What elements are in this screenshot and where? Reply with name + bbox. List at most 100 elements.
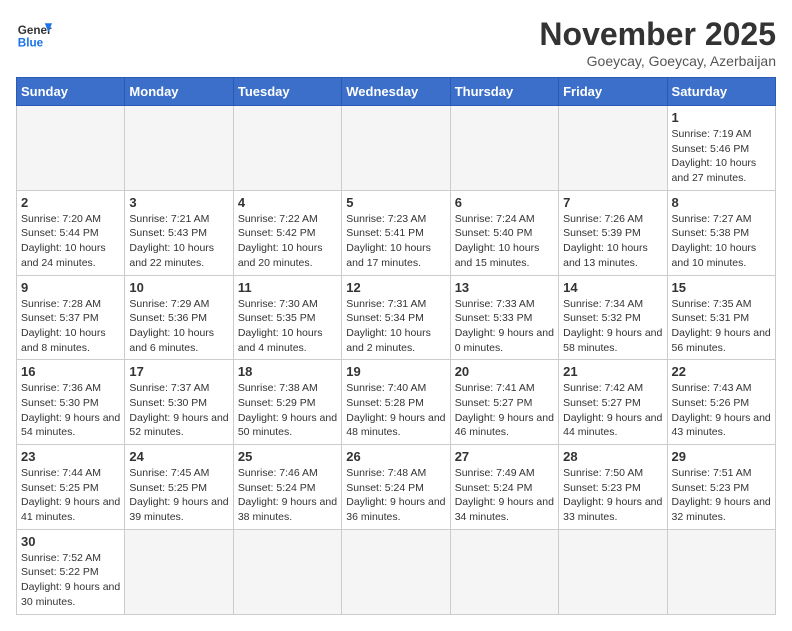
calendar-day	[559, 529, 667, 614]
calendar-week-row: 30 Sunrise: 7:52 AM Sunset: 5:22 PM Dayli…	[17, 529, 776, 614]
calendar-week-row: 2 Sunrise: 7:20 AM Sunset: 5:44 PM Daylig…	[17, 190, 776, 275]
calendar-day	[233, 106, 341, 191]
day-number: 4	[238, 195, 337, 210]
day-number: 9	[21, 280, 120, 295]
calendar-day: 12Sunrise: 7:31 AM Sunset: 5:34 PM Dayli…	[342, 275, 450, 360]
day-info: Sunrise: 7:24 AM Sunset: 5:40 PM Dayligh…	[455, 212, 554, 271]
day-info: Sunrise: 7:45 AM Sunset: 5:25 PM Dayligh…	[129, 466, 228, 525]
day-info: Sunrise: 7:40 AM Sunset: 5:28 PM Dayligh…	[346, 381, 445, 440]
day-info: Sunrise: 7:35 AM Sunset: 5:31 PM Dayligh…	[672, 297, 771, 356]
day-number: 3	[129, 195, 228, 210]
day-info: Sunrise: 7:38 AM Sunset: 5:29 PM Dayligh…	[238, 381, 337, 440]
calendar-day: 26 Sunrise: 7:48 AM Sunset: 5:24 PM Dayli…	[342, 445, 450, 530]
calendar-day: 11 Sunrise: 7:30 AM Sunset: 5:35 PM Dayli…	[233, 275, 341, 360]
calendar-day	[125, 529, 233, 614]
calendar-day	[450, 106, 558, 191]
col-header-wednesday: Wednesday	[342, 78, 450, 106]
day-info: Sunrise: 7:51 AM Sunset: 5:23 PM Dayligh…	[672, 466, 771, 525]
day-number: 18	[238, 364, 337, 379]
logo: General Blue	[16, 16, 52, 52]
day-info: Sunrise: 7:37 AM Sunset: 5:30 PM Dayligh…	[129, 381, 228, 440]
calendar-day: 18 Sunrise: 7:38 AM Sunset: 5:29 PM Dayli…	[233, 360, 341, 445]
page-header: General Blue November 2025 Goeycay, Goey…	[16, 16, 776, 69]
calendar-day	[125, 106, 233, 191]
day-number: 11	[238, 280, 337, 295]
day-number: 17	[129, 364, 228, 379]
day-number: 6	[455, 195, 554, 210]
day-info: Sunrise: 7:21 AM Sunset: 5:43 PM Dayligh…	[129, 212, 228, 271]
day-number: 29	[672, 449, 771, 464]
day-number: 14	[563, 280, 662, 295]
calendar-day: 17 Sunrise: 7:37 AM Sunset: 5:30 PM Dayli…	[125, 360, 233, 445]
day-info: Sunrise: 7:22 AM Sunset: 5:42 PM Dayligh…	[238, 212, 337, 271]
calendar-day	[667, 529, 775, 614]
day-number: 30	[21, 534, 120, 549]
calendar-day: 16 Sunrise: 7:36 AM Sunset: 5:30 PM Dayli…	[17, 360, 125, 445]
calendar-week-row: 16 Sunrise: 7:36 AM Sunset: 5:30 PM Dayli…	[17, 360, 776, 445]
day-number: 23	[21, 449, 120, 464]
calendar-day: 3 Sunrise: 7:21 AM Sunset: 5:43 PM Daylig…	[125, 190, 233, 275]
day-number: 2	[21, 195, 120, 210]
calendar-day: 24Sunrise: 7:45 AM Sunset: 5:25 PM Dayli…	[125, 445, 233, 530]
calendar-day: 30 Sunrise: 7:52 AM Sunset: 5:22 PM Dayli…	[17, 529, 125, 614]
col-header-saturday: Saturday	[667, 78, 775, 106]
calendar-day: 2 Sunrise: 7:20 AM Sunset: 5:44 PM Daylig…	[17, 190, 125, 275]
col-header-friday: Friday	[559, 78, 667, 106]
title-block: November 2025 Goeycay, Goeycay, Azerbaij…	[539, 16, 776, 69]
day-number: 25	[238, 449, 337, 464]
day-number: 16	[21, 364, 120, 379]
calendar-day: 9 Sunrise: 7:28 AM Sunset: 5:37 PM Daylig…	[17, 275, 125, 360]
calendar-day: 14 Sunrise: 7:34 AM Sunset: 5:32 PM Dayli…	[559, 275, 667, 360]
calendar-day	[342, 529, 450, 614]
day-number: 19	[346, 364, 445, 379]
day-info: Sunrise: 7:20 AM Sunset: 5:44 PM Dayligh…	[21, 212, 120, 271]
calendar-day: 23 Sunrise: 7:44 AM Sunset: 5:25 PM Dayli…	[17, 445, 125, 530]
day-info: Sunrise: 7:41 AM Sunset: 5:27 PM Dayligh…	[455, 381, 554, 440]
day-info: Sunrise: 7:43 AM Sunset: 5:26 PM Dayligh…	[672, 381, 771, 440]
col-header-monday: Monday	[125, 78, 233, 106]
day-number: 7	[563, 195, 662, 210]
day-info: Sunrise: 7:33 AM Sunset: 5:33 PM Dayligh…	[455, 297, 554, 356]
day-info: Sunrise: 7:19 AM Sunset: 5:46 PM Dayligh…	[672, 127, 771, 186]
calendar-day: 1Sunrise: 7:19 AM Sunset: 5:46 PM Daylig…	[667, 106, 775, 191]
day-number: 5	[346, 195, 445, 210]
col-header-sunday: Sunday	[17, 78, 125, 106]
calendar-day	[559, 106, 667, 191]
col-header-thursday: Thursday	[450, 78, 558, 106]
day-number: 26	[346, 449, 445, 464]
calendar-day: 7 Sunrise: 7:26 AM Sunset: 5:39 PM Daylig…	[559, 190, 667, 275]
day-info: Sunrise: 7:30 AM Sunset: 5:35 PM Dayligh…	[238, 297, 337, 356]
calendar-table: SundayMondayTuesdayWednesdayThursdayFrid…	[16, 77, 776, 615]
day-info: Sunrise: 7:36 AM Sunset: 5:30 PM Dayligh…	[21, 381, 120, 440]
calendar-day: 28Sunrise: 7:50 AM Sunset: 5:23 PM Dayli…	[559, 445, 667, 530]
day-number: 20	[455, 364, 554, 379]
logo-icon: General Blue	[16, 16, 52, 52]
calendar-day: 22Sunrise: 7:43 AM Sunset: 5:26 PM Dayli…	[667, 360, 775, 445]
day-info: Sunrise: 7:52 AM Sunset: 5:22 PM Dayligh…	[21, 551, 120, 610]
calendar-header-row: SundayMondayTuesdayWednesdayThursdayFrid…	[17, 78, 776, 106]
calendar-day: 29 Sunrise: 7:51 AM Sunset: 5:23 PM Dayli…	[667, 445, 775, 530]
calendar-day: 10Sunrise: 7:29 AM Sunset: 5:36 PM Dayli…	[125, 275, 233, 360]
calendar-day	[17, 106, 125, 191]
location: Goeycay, Goeycay, Azerbaijan	[539, 53, 776, 69]
day-info: Sunrise: 7:28 AM Sunset: 5:37 PM Dayligh…	[21, 297, 120, 356]
day-number: 28	[563, 449, 662, 464]
calendar-day	[342, 106, 450, 191]
day-number: 13	[455, 280, 554, 295]
calendar-day: 4 Sunrise: 7:22 AM Sunset: 5:42 PM Daylig…	[233, 190, 341, 275]
month-title: November 2025	[539, 16, 776, 53]
day-info: Sunrise: 7:42 AM Sunset: 5:27 PM Dayligh…	[563, 381, 662, 440]
day-info: Sunrise: 7:29 AM Sunset: 5:36 PM Dayligh…	[129, 297, 228, 356]
day-info: Sunrise: 7:44 AM Sunset: 5:25 PM Dayligh…	[21, 466, 120, 525]
day-info: Sunrise: 7:34 AM Sunset: 5:32 PM Dayligh…	[563, 297, 662, 356]
calendar-day: 21Sunrise: 7:42 AM Sunset: 5:27 PM Dayli…	[559, 360, 667, 445]
day-info: Sunrise: 7:23 AM Sunset: 5:41 PM Dayligh…	[346, 212, 445, 271]
calendar-day: 8Sunrise: 7:27 AM Sunset: 5:38 PM Daylig…	[667, 190, 775, 275]
day-number: 12	[346, 280, 445, 295]
calendar-week-row: 9 Sunrise: 7:28 AM Sunset: 5:37 PM Daylig…	[17, 275, 776, 360]
calendar-day: 25Sunrise: 7:46 AM Sunset: 5:24 PM Dayli…	[233, 445, 341, 530]
calendar-day: 27Sunrise: 7:49 AM Sunset: 5:24 PM Dayli…	[450, 445, 558, 530]
day-info: Sunrise: 7:48 AM Sunset: 5:24 PM Dayligh…	[346, 466, 445, 525]
day-info: Sunrise: 7:26 AM Sunset: 5:39 PM Dayligh…	[563, 212, 662, 271]
calendar-day: 6 Sunrise: 7:24 AM Sunset: 5:40 PM Daylig…	[450, 190, 558, 275]
